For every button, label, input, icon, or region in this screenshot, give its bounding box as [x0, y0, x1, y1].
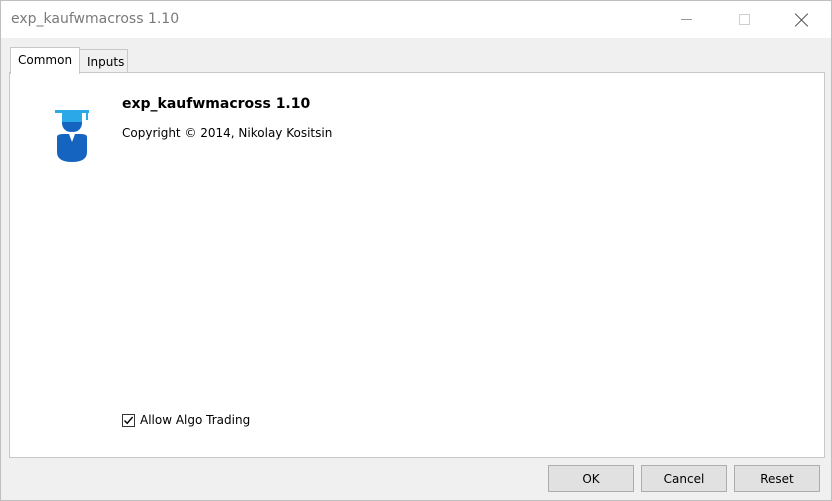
tab-common[interactable]: Common	[10, 47, 80, 74]
tab-inputs[interactable]: Inputs	[79, 49, 128, 73]
properties-dialog: exp_kaufwmacross 1.10 Common Inputs exp_…	[0, 0, 832, 501]
maximize-button[interactable]	[715, 1, 773, 38]
allow-algo-trading-label: Allow Algo Trading	[140, 413, 251, 427]
minimize-button[interactable]	[657, 1, 715, 38]
ok-button[interactable]: OK	[548, 465, 634, 492]
reset-button[interactable]: Reset	[734, 465, 820, 492]
title-bar[interactable]: exp_kaufwmacross 1.10	[1, 1, 831, 38]
checkmark-icon	[123, 416, 134, 424]
maximize-icon	[738, 14, 750, 25]
allow-algo-trading-option[interactable]: Allow Algo Trading	[122, 413, 250, 427]
close-button[interactable]	[773, 1, 831, 38]
minimize-icon	[680, 19, 692, 20]
cancel-button[interactable]: Cancel	[641, 465, 727, 492]
copyright-text: Copyright © 2014, Nikolay Kositsin	[122, 126, 333, 140]
allow-algo-trading-checkbox[interactable]	[122, 413, 135, 427]
graduate-user-icon	[55, 110, 89, 162]
window-title: exp_kaufwmacross 1.10	[11, 11, 180, 27]
close-icon	[795, 13, 809, 27]
program-name: exp_kaufwmacross 1.10	[122, 96, 311, 112]
common-tab-panel: exp_kaufwmacross 1.10 Copyright © 2014, …	[9, 72, 825, 458]
